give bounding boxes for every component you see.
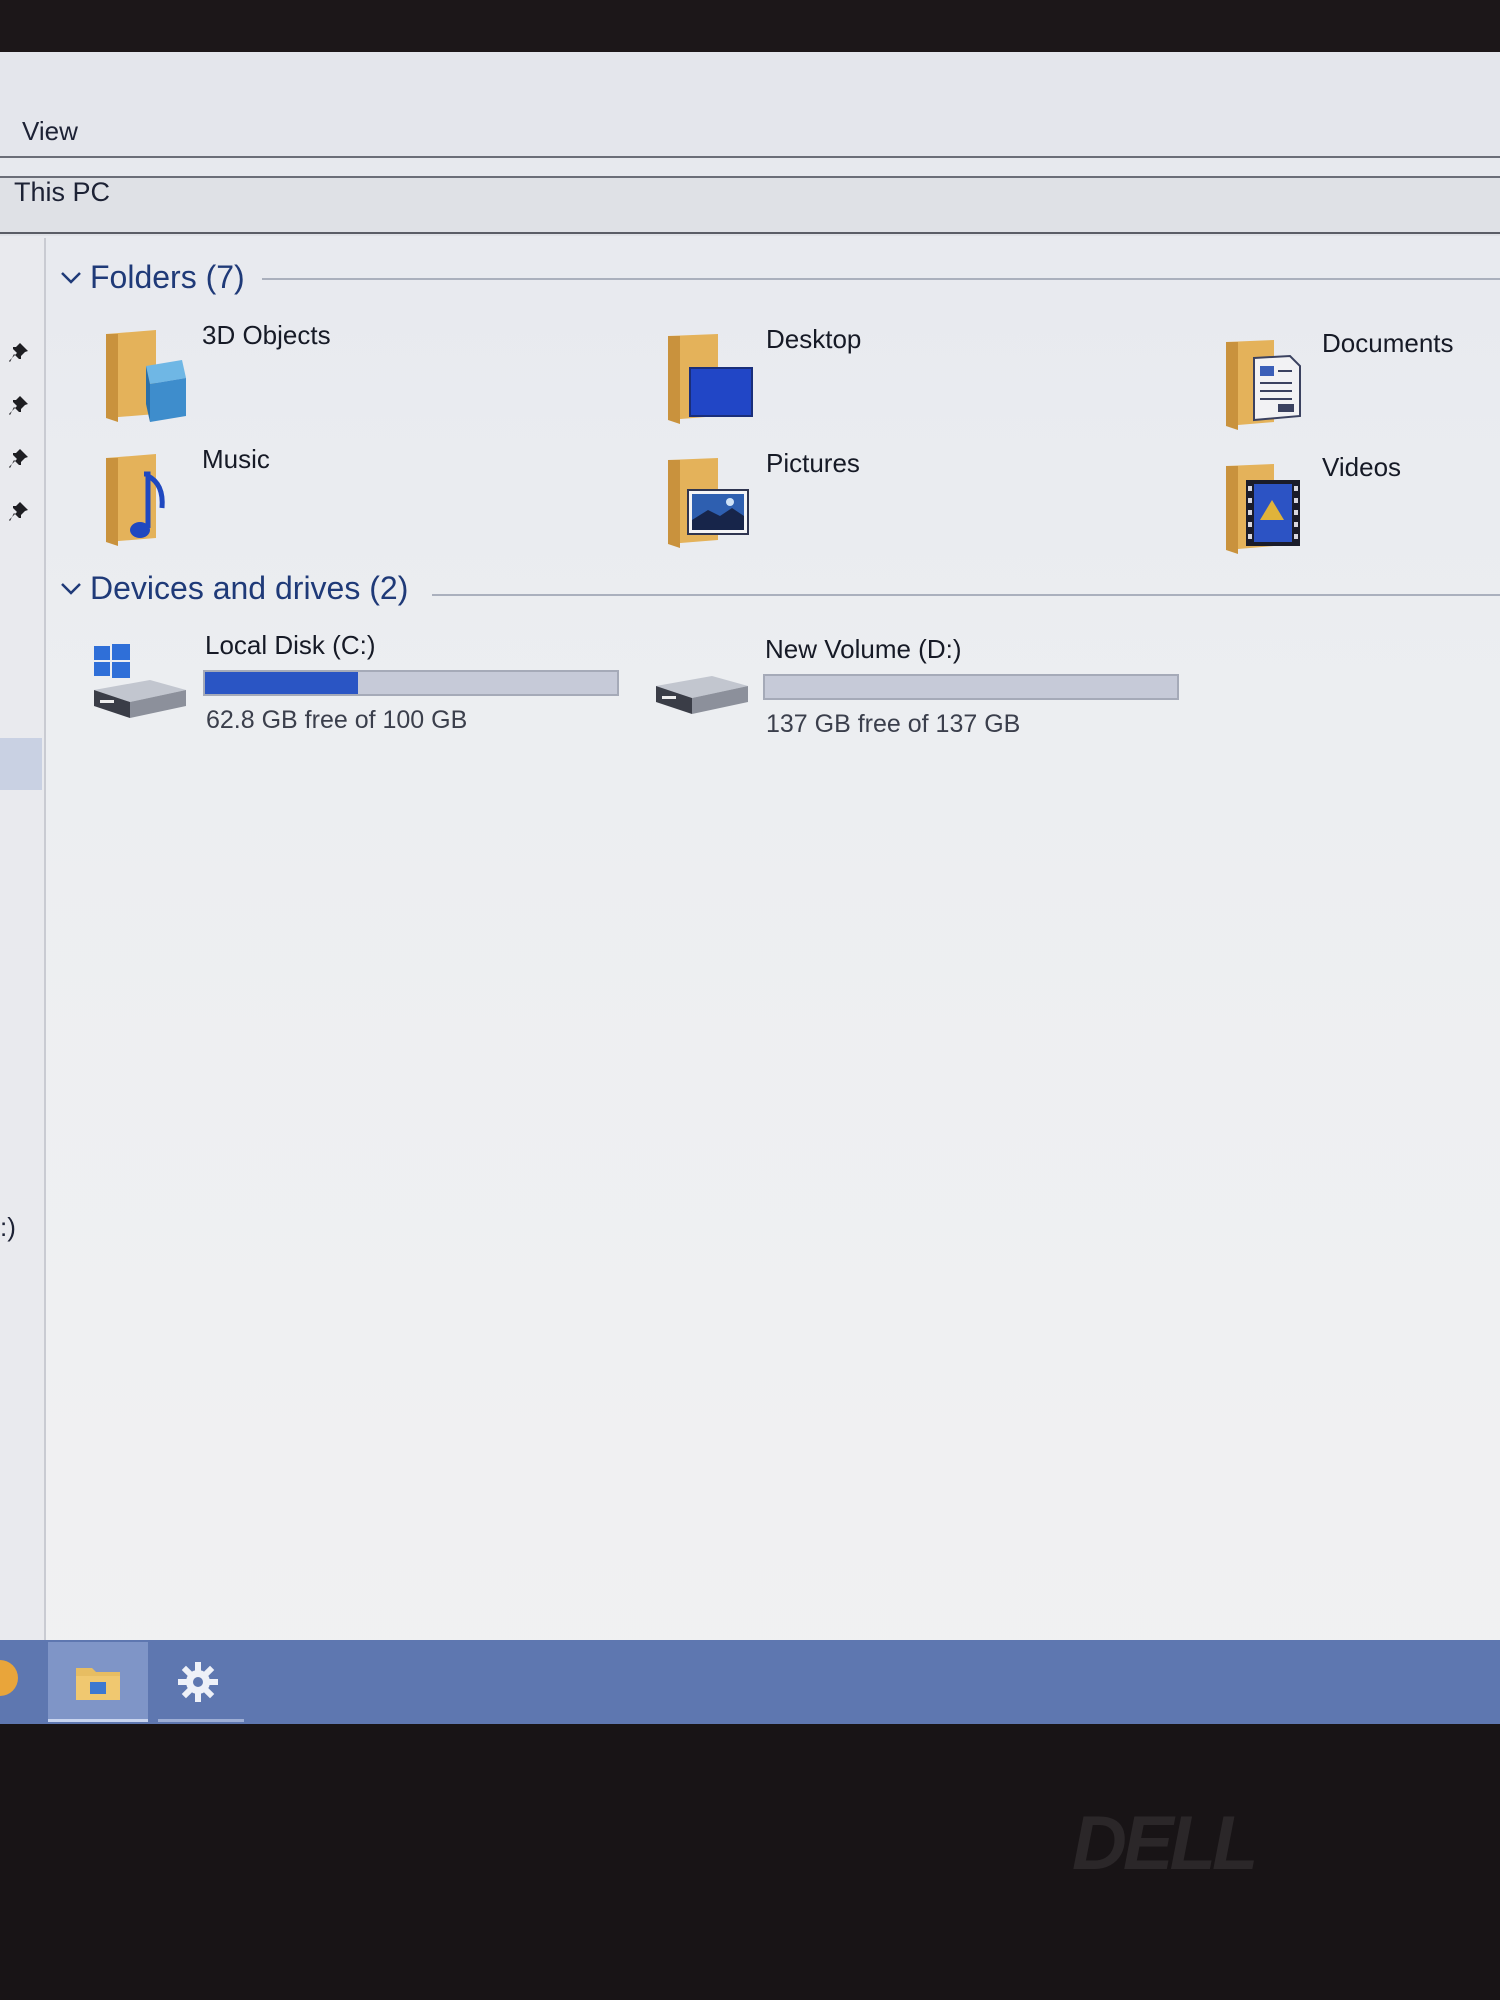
folder-label: Desktop [766, 324, 862, 354]
drives-group-header[interactable]: Devices and drives (2) [60, 570, 408, 607]
windows-drive-icon [94, 644, 186, 718]
folder-label: Documents [1322, 328, 1454, 358]
drives-group-title: Devices and drives (2) [90, 570, 409, 606]
folders-group-header[interactable]: Folders (7) [60, 259, 245, 296]
chevron-down-icon [61, 582, 81, 595]
group-divider [262, 278, 1500, 280]
pin-icon[interactable] [8, 395, 30, 417]
view-tab[interactable]: View [22, 116, 78, 147]
folder-label: Pictures [766, 448, 860, 478]
group-divider [432, 594, 1500, 596]
drive-tile-local-disk-c[interactable]: Local Disk (C:) 62.8 GB free of 100 GB [90, 630, 630, 750]
settings-gear-icon[interactable] [176, 1660, 220, 1704]
nav-drive-label[interactable]: :) [0, 1212, 16, 1243]
monitor-bezel-bottom [0, 1724, 1500, 2000]
folder-tile-pictures[interactable]: Pictures [664, 448, 1124, 564]
drive-icon [656, 676, 748, 714]
folders-group-title: Folders (7) [90, 259, 245, 295]
drive-free-space: 137 GB free of 137 GB [766, 710, 1021, 738]
file-explorer-taskbar-button[interactable] [48, 1642, 148, 1722]
folder-tile-documents[interactable]: Documents [1222, 328, 1492, 446]
address-bar[interactable] [0, 178, 1500, 236]
chevron-down-icon [61, 271, 81, 284]
navigation-pane-divider[interactable] [44, 238, 46, 1658]
drive-free-space: 62.8 GB free of 100 GB [206, 706, 468, 734]
documents-folder-icon [1226, 340, 1301, 430]
folder-tile-music[interactable]: Music [100, 444, 560, 560]
folder-tile-3d-objects[interactable]: 3D Objects [100, 320, 560, 436]
drive-tile-new-volume-d[interactable]: New Volume (D:) 137 GB free of 137 GB [652, 634, 1192, 754]
folder-tile-videos[interactable]: Videos [1222, 452, 1492, 570]
active-app-indicator [48, 1719, 148, 1722]
nav-selected-item[interactable] [0, 738, 42, 790]
folder-label: Videos [1322, 452, 1402, 482]
folder-label: Music [202, 444, 270, 474]
desktop-folder-icon [668, 334, 753, 424]
pictures-folder-icon [668, 458, 749, 548]
pin-icon[interactable] [8, 501, 30, 523]
drive-name: New Volume (D:) [765, 634, 962, 664]
pin-icon[interactable] [8, 342, 30, 364]
drive-usage-fill [205, 672, 359, 694]
monitor-bezel-top [0, 0, 1500, 56]
folder-label: 3D Objects [202, 320, 331, 350]
drive-usage-bar [203, 670, 619, 696]
ribbon-divider [0, 156, 1500, 158]
folder-tile-desktop[interactable]: Desktop [664, 324, 1124, 440]
drive-name: Local Disk (C:) [205, 630, 376, 660]
file-explorer-icon [76, 1668, 120, 1700]
drive-usage-bar [763, 674, 1179, 700]
taskbar [0, 1640, 1500, 1724]
ribbon [0, 52, 1500, 158]
videos-folder-icon [1226, 464, 1300, 554]
music-folder-icon [106, 454, 165, 546]
address-divider [0, 232, 1500, 234]
pin-icon[interactable] [8, 448, 30, 470]
open-app-indicator [158, 1719, 244, 1722]
file-explorer-window: View This PC :) Folders (7) 3D Objects D… [0, 52, 1500, 1724]
3d-objects-folder-icon [106, 330, 186, 422]
dell-logo: DELL [1072, 1801, 1258, 1886]
address-location[interactable]: This PC [14, 177, 110, 208]
